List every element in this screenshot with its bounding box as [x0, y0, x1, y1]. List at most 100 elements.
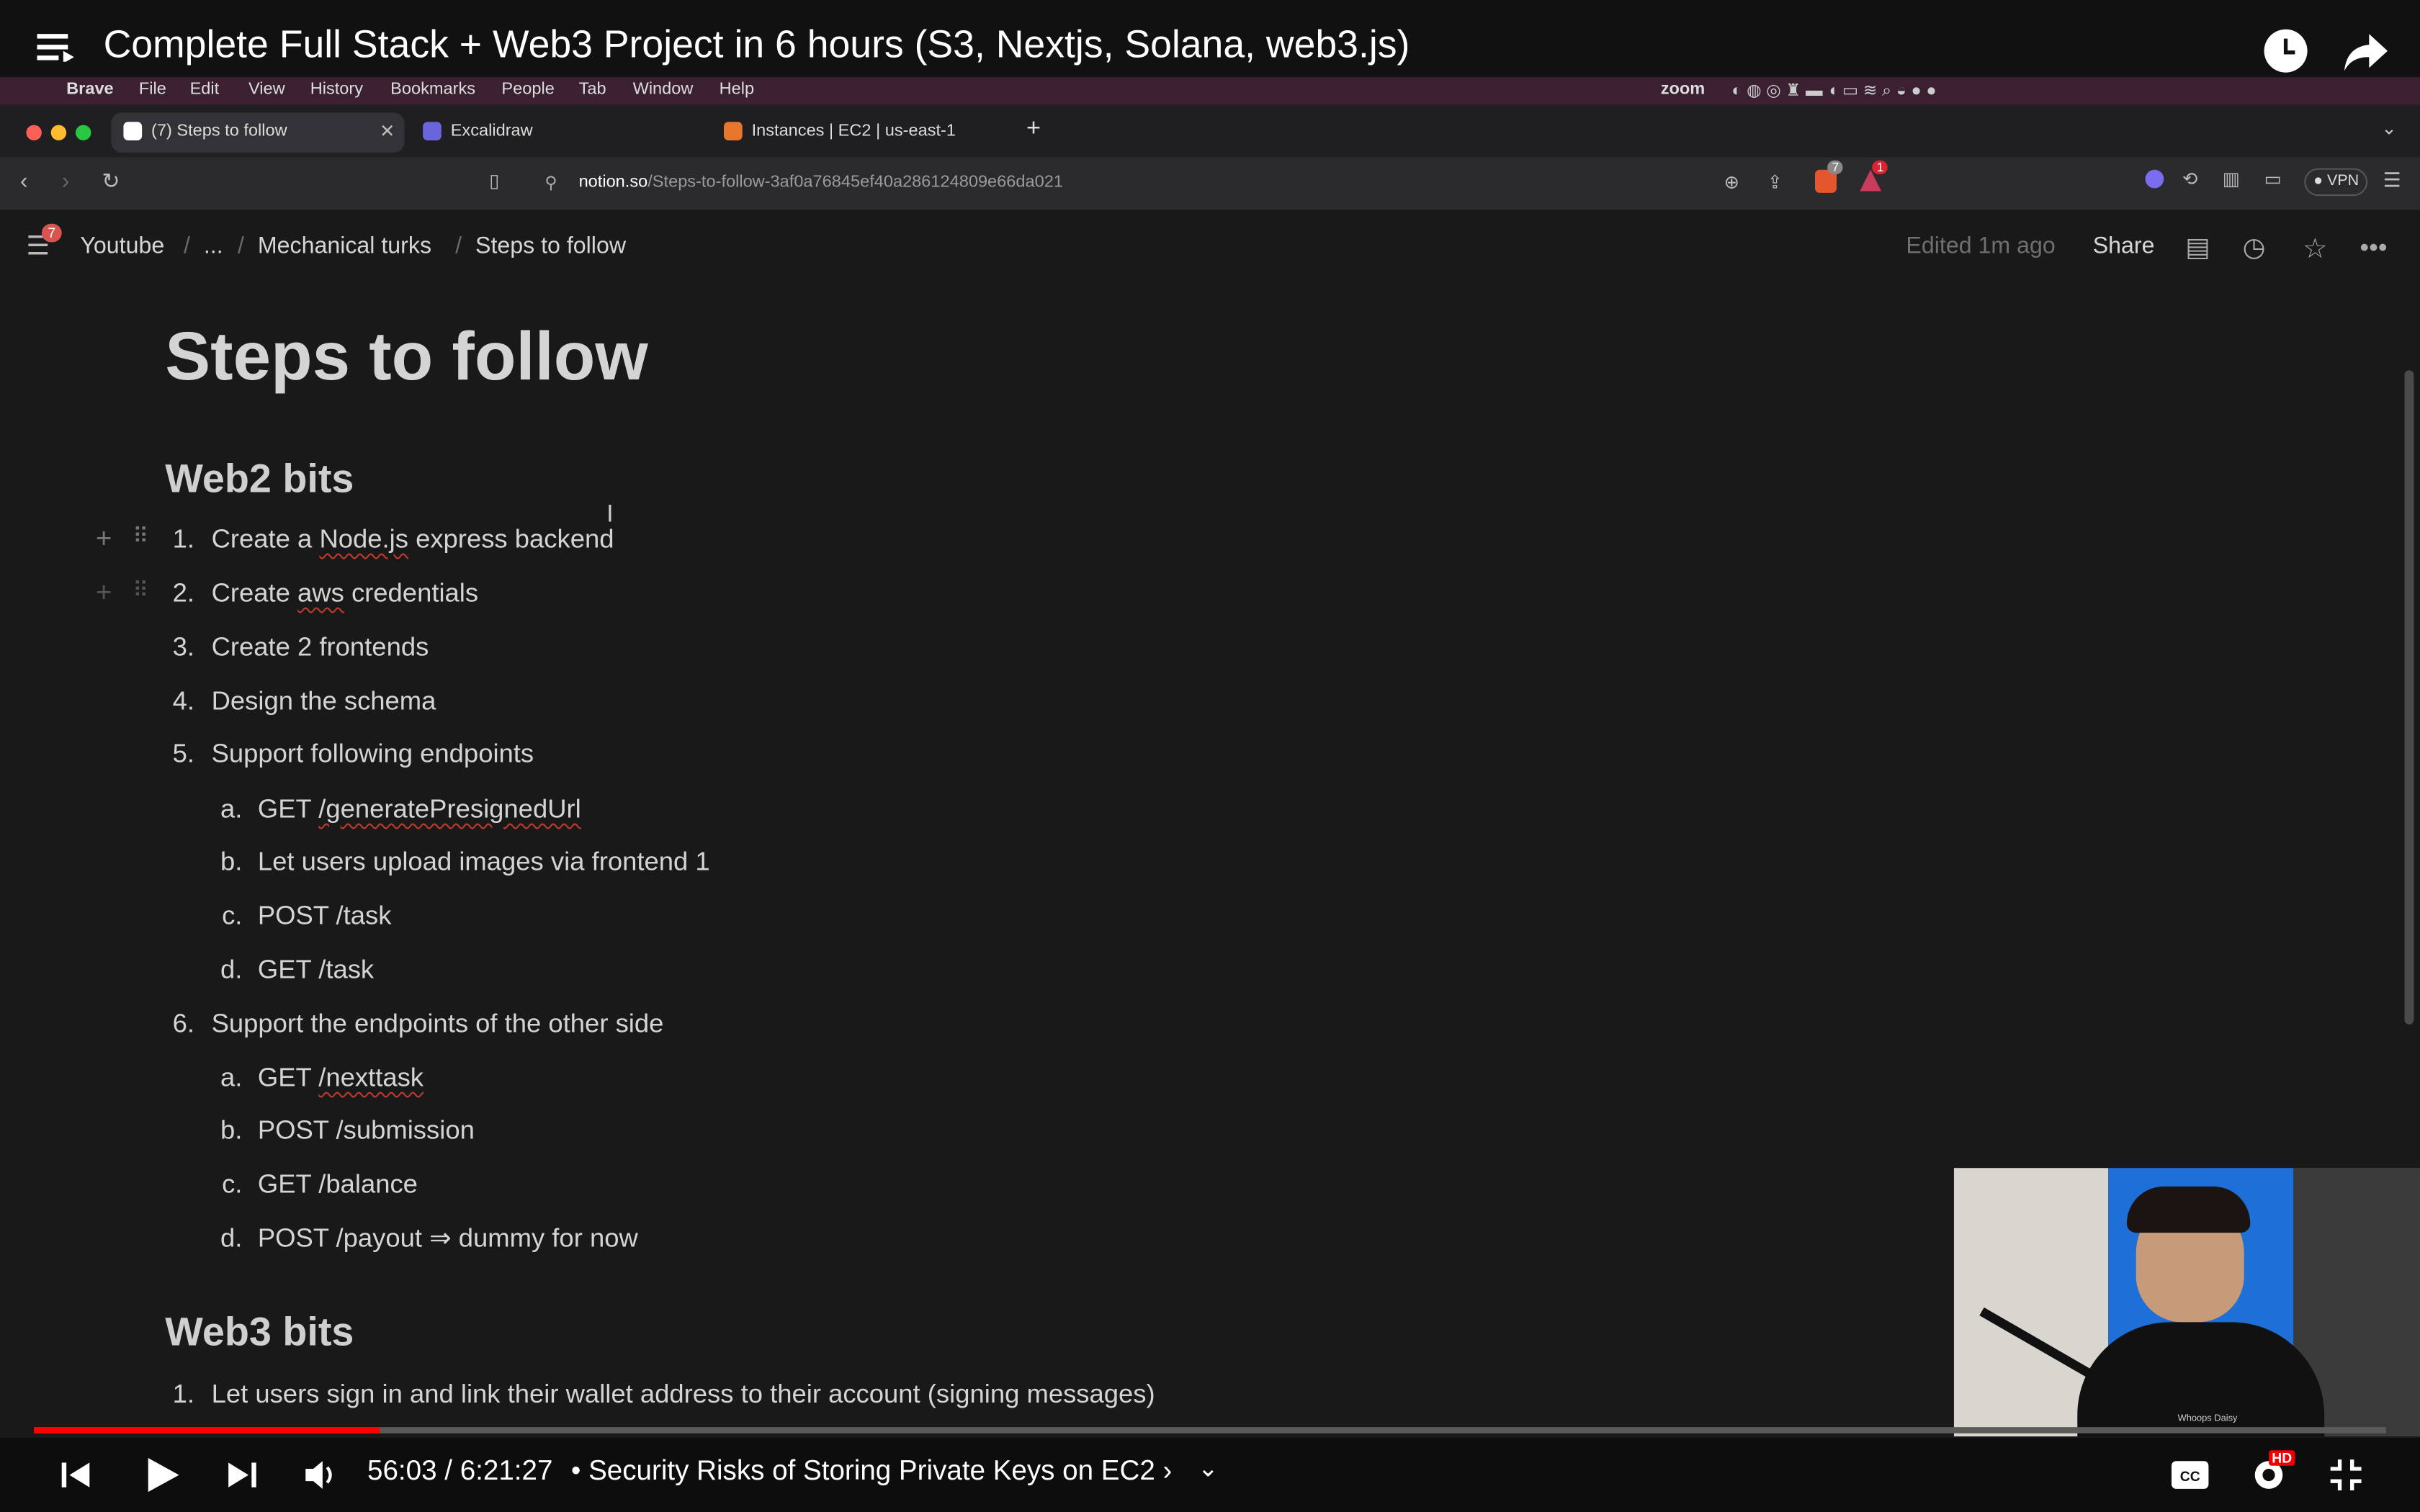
menu-file[interactable]: File — [139, 80, 166, 99]
list-item[interactable]: Support the endpoints of the other side — [212, 1009, 664, 1040]
play-icon[interactable] — [142, 1455, 182, 1495]
list-item[interactable]: Design the schema — [212, 687, 436, 718]
chapter-title[interactable]: • Security Risks of Storing Private Keys… — [571, 1455, 1173, 1488]
video-controls: 56:03 / 6:21:27 • Security Risks of Stor… — [0, 1438, 2420, 1512]
section-heading-web2[interactable]: Web2 bits — [165, 455, 354, 503]
drag-handle-icon[interactable]: ⠿ — [133, 523, 148, 549]
address-bar[interactable]: ⚲ notion.so/Steps-to-follow-3af0a76845ef… — [534, 160, 1893, 202]
list-number: 4. — [172, 686, 194, 716]
video-title[interactable]: Complete Full Stack + Web3 Project in 6 … — [104, 23, 1410, 68]
page-scrollbar[interactable] — [2404, 370, 2414, 1025]
svg-text:CC: CC — [2180, 1470, 2200, 1485]
menu-tab[interactable]: Tab — [579, 80, 606, 99]
next-icon[interactable] — [225, 1458, 259, 1492]
section-heading-web3[interactable]: Web3 bits — [165, 1308, 354, 1356]
list-number: 6. — [172, 1009, 194, 1039]
list-item[interactable]: Create a Node.js express backend — [212, 525, 614, 556]
list-item[interactable]: Support following endpoints — [212, 739, 534, 770]
close-tab-icon[interactable]: ✕ — [380, 120, 395, 142]
tab-label: (7) Steps to follow — [151, 122, 287, 140]
list-item[interactable]: Let users sign in and link their wallet … — [212, 1380, 1155, 1410]
comments-icon[interactable]: ▤ — [2185, 233, 2210, 264]
menu-view[interactable]: View — [248, 80, 285, 99]
sublist-item[interactable]: GET /balance — [258, 1169, 418, 1200]
list-item[interactable]: Create 2 frontends — [212, 633, 429, 664]
minimize-window-icon[interactable] — [50, 125, 67, 140]
share-icon[interactable] — [2343, 31, 2389, 74]
add-block-icon[interactable]: + — [96, 577, 112, 609]
breadcrumb-current-page[interactable]: Steps to follow — [475, 233, 626, 259]
site-info-icon[interactable]: ⚲ — [544, 173, 557, 193]
list-item[interactable]: Create aws credentials — [212, 579, 479, 610]
maximize-window-icon[interactable] — [76, 125, 91, 140]
favorite-star-icon[interactable]: ☆ — [2303, 233, 2328, 266]
sublist-letter: d. — [220, 955, 243, 985]
sublist-item[interactable]: GET /generatePresignedUrl — [258, 795, 581, 826]
more-options-icon[interactable]: ••• — [2360, 233, 2387, 264]
menu-history[interactable]: History — [310, 80, 363, 99]
reload-icon[interactable]: ↻ — [102, 168, 120, 194]
misspelled-word: /generatePresignedUrl — [318, 794, 581, 824]
notion-favicon-icon — [123, 122, 143, 140]
sublist-letter: b. — [220, 1115, 243, 1145]
page-title[interactable]: Steps to follow — [165, 320, 647, 397]
watch-later-icon[interactable] — [2262, 28, 2308, 74]
share-button[interactable]: Share — [2093, 233, 2155, 259]
shirt-print: Whoops Daisy — [2177, 1414, 2238, 1424]
sublist-item[interactable]: POST /payout ⇒ dummy for now — [258, 1223, 638, 1254]
wallet-icon[interactable]: ▭ — [2264, 168, 2282, 190]
shields-badge: 7 — [1827, 160, 1844, 175]
drag-handle-icon[interactable]: ⠿ — [133, 577, 148, 603]
sublist-letter: b. — [220, 847, 243, 877]
sidebar-icon[interactable]: ▥ — [2223, 168, 2240, 190]
sublist-letter: a. — [220, 1063, 243, 1093]
new-tab-icon[interactable]: + — [1026, 116, 1041, 144]
sublist-letter: a. — [220, 794, 243, 824]
bookmark-icon[interactable]: ▯ — [489, 170, 499, 192]
sublist-item[interactable]: POST /submission — [258, 1115, 475, 1146]
tab-excalidraw[interactable]: Excalidraw — [411, 112, 704, 153]
browser-tab-strip: (7) Steps to follow ✕ Excalidraw Instanc… — [0, 104, 2420, 158]
exit-fullscreen-icon[interactable] — [2327, 1457, 2364, 1493]
menu-people[interactable]: People — [501, 80, 554, 99]
browser-menu-icon[interactable]: ☰ — [2383, 168, 2401, 193]
menu-window[interactable]: Window — [633, 80, 694, 99]
captions-icon[interactable]: CC — [2170, 1459, 2210, 1490]
zoom-in-icon[interactable]: ⊕ — [1724, 171, 1740, 193]
sublist-item[interactable]: GET /nexttask — [258, 1063, 424, 1094]
tab-list-chevron-icon[interactable]: ⌄ — [2381, 117, 2397, 139]
tab-steps-to-follow[interactable]: (7) Steps to follow ✕ — [111, 112, 405, 153]
add-block-icon[interactable]: + — [96, 523, 112, 555]
tab-ec2-instances[interactable]: Instances | EC2 | us-east-1 — [712, 112, 1005, 153]
menu-brave[interactable]: Brave — [66, 80, 114, 99]
breadcrumb-youtube[interactable]: Youtube — [80, 233, 164, 259]
misspelled-word: Node.js — [319, 524, 408, 554]
forward-icon[interactable]: › — [62, 168, 70, 194]
webcam-overlay: Whoops Daisy — [1953, 1168, 2420, 1436]
volume-icon[interactable] — [302, 1457, 339, 1493]
tab-label: Instances | EC2 | us-east-1 — [751, 122, 956, 140]
list-number: 3. — [172, 632, 194, 662]
back-icon[interactable]: ‹ — [20, 168, 28, 194]
vpn-button[interactable]: ● VPN — [2304, 168, 2368, 197]
video-progress-bar[interactable] — [34, 1427, 2386, 1434]
chapter-chevron-icon[interactable]: ⌄ — [1198, 1454, 1219, 1485]
extension-icon[interactable] — [2145, 169, 2164, 189]
previous-icon[interactable] — [58, 1458, 92, 1492]
breadcrumb-ellipsis[interactable]: ... — [204, 233, 223, 259]
updates-clock-icon[interactable]: ◷ — [2243, 233, 2266, 264]
mac-menu-bar: Brave File Edit View History Bookmarks P… — [0, 77, 2420, 105]
menu-help[interactable]: Help — [720, 80, 754, 99]
menu-bookmarks[interactable]: Bookmarks — [390, 80, 475, 99]
puzzle-icon[interactable]: ⟲ — [2182, 168, 2198, 190]
sublist-item[interactable]: POST /task — [258, 901, 392, 932]
zoom-status[interactable]: zoom — [1661, 80, 1706, 99]
breadcrumb-mechanical-turks[interactable]: Mechanical turks — [258, 233, 431, 259]
close-window-icon[interactable] — [26, 125, 42, 140]
playlist-icon[interactable] — [37, 31, 74, 62]
sublist-item[interactable]: Let users upload images via frontend 1 — [258, 847, 710, 878]
share-page-icon[interactable]: ⇪ — [1767, 171, 1783, 193]
hd-badge: HD — [2269, 1450, 2295, 1466]
menu-edit[interactable]: Edit — [190, 80, 220, 99]
sublist-item[interactable]: GET /task — [258, 955, 374, 986]
